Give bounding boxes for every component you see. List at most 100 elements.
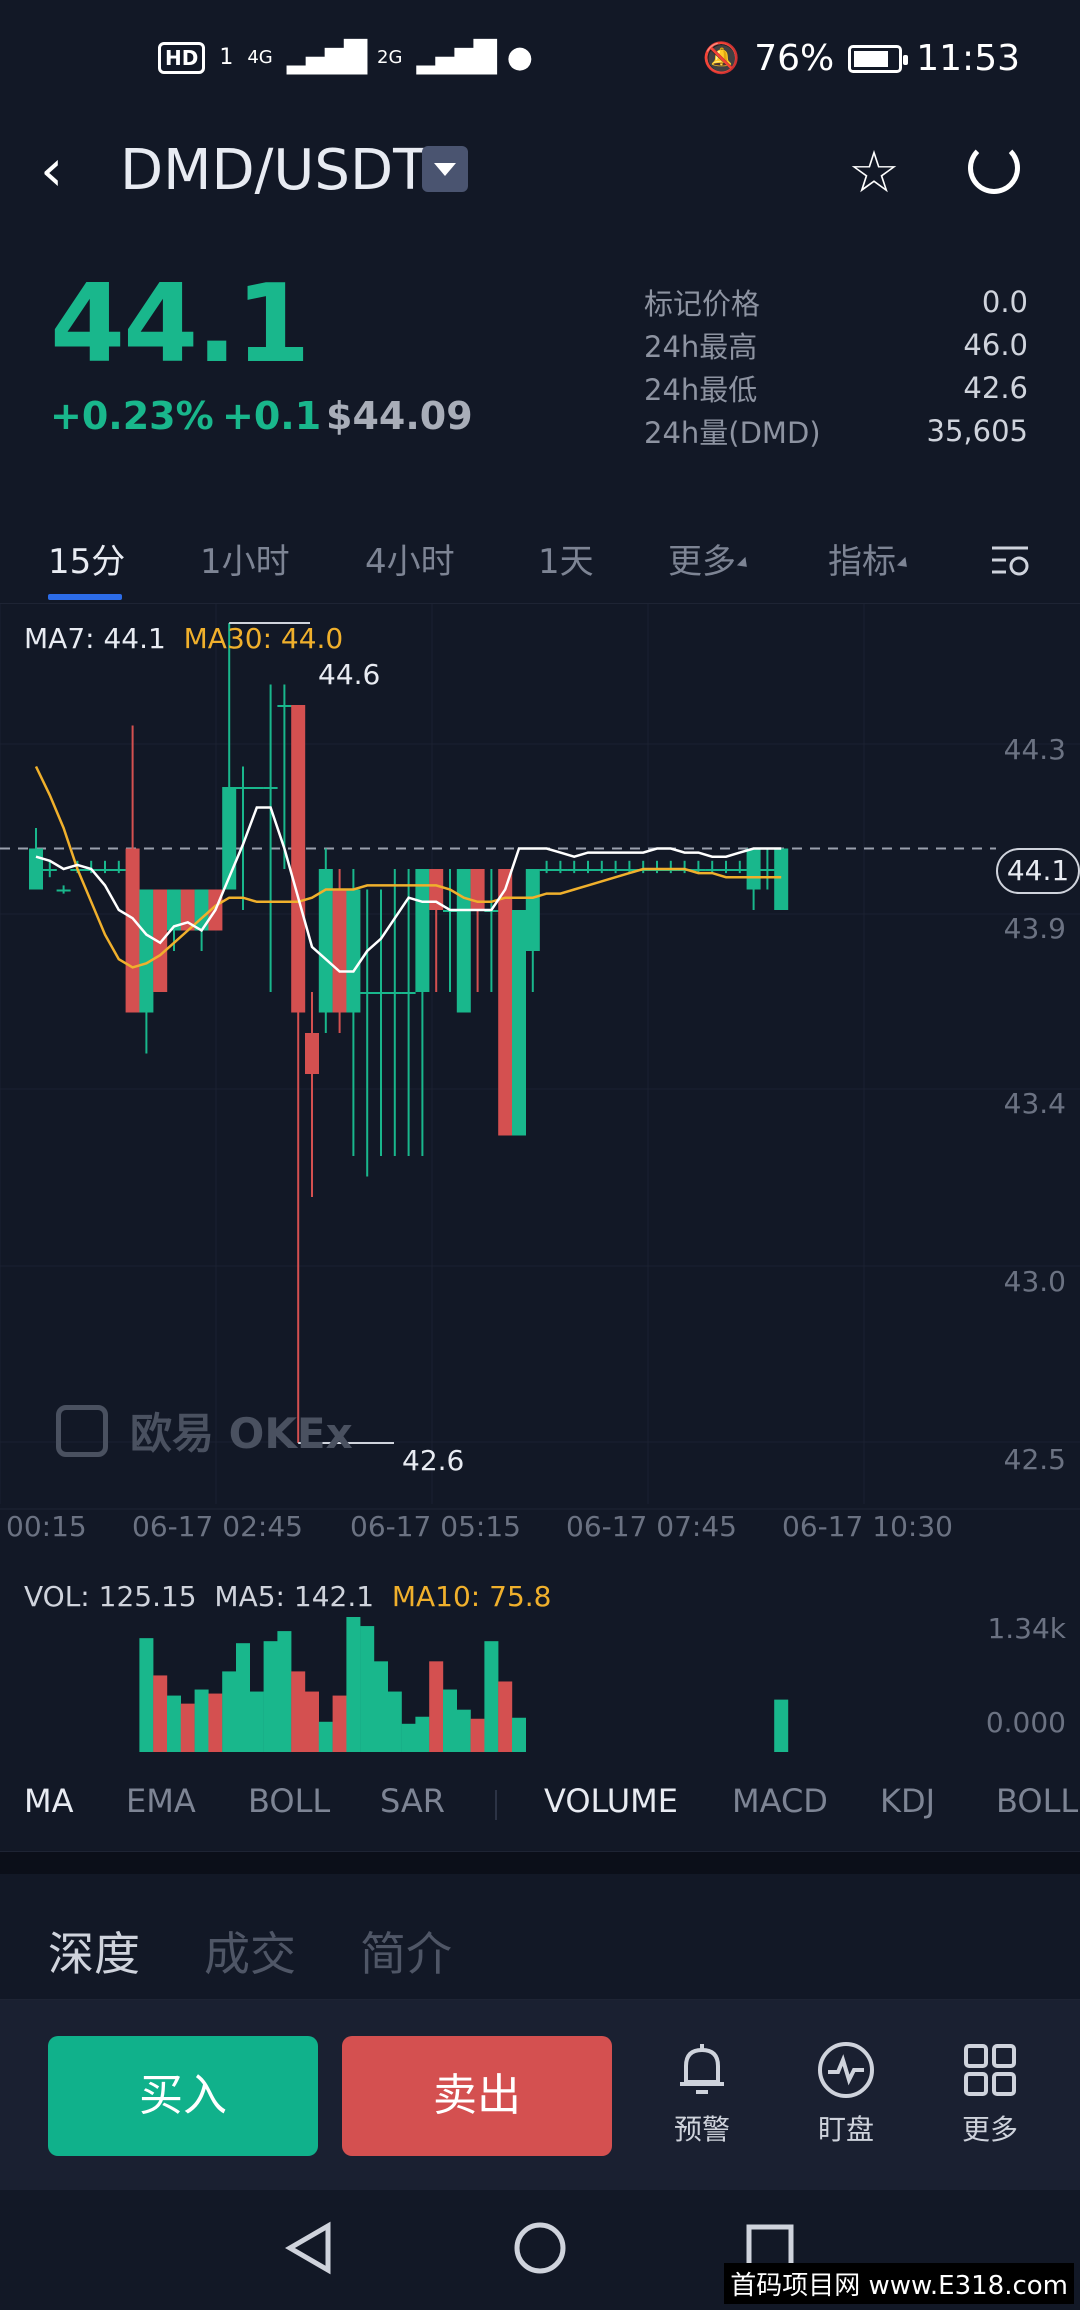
volume-bar	[236, 1643, 250, 1752]
refresh-icon[interactable]	[968, 142, 1020, 194]
pair-title[interactable]: DMD/USDT	[120, 138, 427, 203]
ind-boll[interactable]: BOLL	[248, 1782, 330, 1820]
stats-panel: 标记价格 0.0 24h最高 46.0 24h最低 42.6 24h量(DMD) 35,…	[644, 280, 1028, 452]
volume-bar	[774, 1699, 789, 1752]
volume-bar	[484, 1641, 499, 1752]
candle-body	[277, 705, 292, 707]
tab-15m[interactable]: 15分	[48, 534, 125, 583]
volume-bar	[346, 1617, 361, 1752]
status-bar: HD 1 4G ▂▄▆█ 2G ▂▄▆█ ● 🔕 76% 11:53	[0, 0, 1080, 120]
network-4g: 4G	[247, 47, 273, 68]
vol-label: VOL: 125.15	[24, 1580, 197, 1613]
x-tick: 00:15	[6, 1510, 87, 1543]
candle-body	[732, 869, 747, 871]
candle-body	[29, 848, 43, 890]
stat-value: 42.6	[963, 370, 1028, 405]
stat-row: 24h量(DMD) 35,605	[644, 409, 1028, 452]
vol-y-tick: 0.000	[985, 1706, 1066, 1739]
active-tab-underline	[48, 594, 122, 600]
candle-body	[305, 1033, 319, 1074]
tab-trades[interactable]: 成交	[204, 1918, 296, 1984]
candle-body	[236, 787, 250, 789]
interval-tabs: 15分 1小时 4小时 1天 更多 指标	[0, 520, 1080, 604]
candle-body	[498, 869, 513, 1136]
tab-4h[interactable]: 4小时	[365, 534, 455, 583]
candle-body	[719, 869, 733, 871]
tab-depth[interactable]: 深度	[48, 1918, 140, 1984]
volume-bar	[512, 1717, 526, 1752]
ind-boll-2[interactable]: BOLL	[996, 1782, 1078, 1820]
volume-bar	[332, 1695, 347, 1752]
pair-dropdown-icon[interactable]	[422, 146, 468, 192]
ind-volume[interactable]: VOLUME	[544, 1782, 678, 1820]
divider	[495, 1790, 497, 1820]
volume-bar	[387, 1691, 402, 1752]
more-button[interactable]: 更多	[940, 2040, 1040, 2148]
candle-body	[360, 992, 375, 994]
stat-label: 24h最低	[644, 372, 758, 407]
candle-body	[249, 787, 264, 789]
volume-bar	[194, 1689, 209, 1752]
candle-body	[594, 869, 609, 871]
battery-percent: 76%	[754, 38, 835, 79]
back-icon[interactable]: ‹	[40, 140, 80, 200]
y-tick: 42.5	[1003, 1443, 1066, 1476]
ind-kdj[interactable]: KDJ	[880, 1782, 935, 1820]
tab-1d[interactable]: 1天	[538, 534, 594, 583]
candle-body	[415, 869, 430, 992]
candle-body	[401, 992, 416, 994]
last-price-tag: 44.1	[996, 848, 1080, 894]
tab-intro[interactable]: 简介	[360, 1918, 452, 1984]
volume-bar	[443, 1689, 457, 1752]
candle-body	[332, 889, 347, 1013]
tab-indicators-label: 指标	[828, 542, 896, 582]
high-label: 44.6	[318, 658, 381, 691]
alert-button[interactable]: 预警	[652, 2040, 752, 2148]
candle-body	[111, 869, 126, 871]
volume-bar	[291, 1671, 306, 1752]
volume-bar	[263, 1641, 278, 1752]
site-watermark: 首码项目网 www.E318.com	[724, 2263, 1074, 2304]
tab-1h[interactable]: 1小时	[200, 534, 290, 583]
candle-body	[139, 889, 154, 1013]
candle-body	[774, 848, 789, 910]
ind-sar[interactable]: SAR	[380, 1782, 445, 1820]
y-tick: 43.0	[1003, 1265, 1066, 1298]
ma10-label: MA10: 75.8	[391, 1580, 552, 1613]
volume-bar	[180, 1703, 195, 1752]
nav-home-icon[interactable]	[512, 2220, 568, 2276]
sell-button[interactable]: 卖出	[342, 2036, 612, 2156]
pulse-icon	[818, 2042, 874, 2098]
ind-ma[interactable]: MA	[24, 1782, 74, 1820]
buy-button[interactable]: 买入	[48, 2036, 318, 2156]
candle-body	[581, 869, 595, 871]
stat-row: 24h最低 42.6	[644, 366, 1028, 409]
volume-bar	[167, 1695, 181, 1752]
star-icon[interactable]: ☆	[848, 138, 900, 206]
candle-body	[608, 869, 623, 871]
tab-more[interactable]: 更多	[668, 534, 752, 583]
ind-macd[interactable]: MACD	[732, 1782, 828, 1820]
x-tick: 06-17 07:45	[566, 1510, 737, 1543]
usd-price: $44.09	[326, 394, 473, 438]
watch-label: 盯盘	[817, 2113, 874, 2146]
sim-slot: 1	[219, 45, 234, 70]
volume-bar	[153, 1675, 168, 1752]
volume-bar	[429, 1661, 444, 1752]
candle-body	[567, 869, 582, 871]
watch-button[interactable]: 盯盘	[796, 2040, 896, 2148]
signal-icon: ▂▄▆█	[416, 40, 496, 75]
stat-value: 35,605	[926, 413, 1028, 448]
grid-icon	[964, 2044, 1016, 2096]
chart-settings-icon[interactable]	[990, 540, 1030, 580]
tab-indicators[interactable]: 指标	[828, 534, 912, 583]
ind-ema[interactable]: EMA	[126, 1782, 196, 1820]
y-tick: 43.4	[1003, 1087, 1066, 1120]
candle-body	[746, 848, 761, 890]
nav-back-icon[interactable]	[284, 2220, 334, 2276]
action-bar: 买入 卖出 预警 盯盘 更多	[0, 2000, 1080, 2190]
mute-icon: 🔕	[702, 41, 741, 76]
volume-bar	[139, 1638, 154, 1752]
watermark-text: 欧易 OKEx	[130, 1409, 353, 1458]
candle-body	[291, 705, 306, 1013]
